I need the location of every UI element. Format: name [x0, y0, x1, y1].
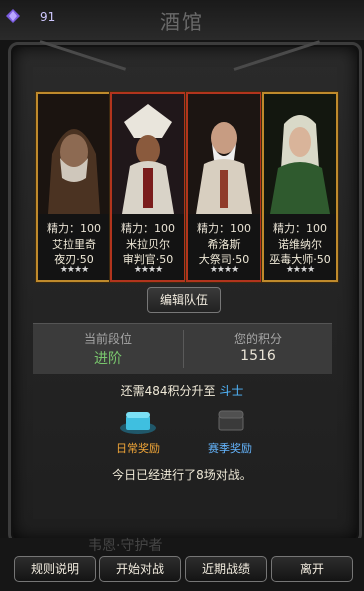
- recent-record-button[interactable]: 近期战绩: [185, 556, 267, 582]
- promotion-requirement: 还需484积分升至 斗士: [0, 382, 364, 399]
- score-value: 1516: [240, 348, 276, 364]
- edit-team-button[interactable]: 编辑队伍: [147, 287, 221, 313]
- start-battle-button[interactable]: 开始对战: [99, 556, 181, 582]
- rules-button[interactable]: 规则说明: [14, 556, 96, 582]
- hero-portrait-high-priest: [188, 94, 260, 214]
- score-label: 您的积分: [233, 332, 282, 346]
- hero-stars: ★★★★: [209, 265, 239, 275]
- leave-button[interactable]: 离开: [271, 556, 353, 582]
- hero-name: 诺维纳尔: [278, 238, 322, 251]
- next-rank: 斗士: [219, 384, 244, 398]
- daily-reward-chest-icon[interactable]: [120, 408, 156, 434]
- promotion-requirement-text: 还需484积分升至: [120, 384, 216, 398]
- hero-name: 希洛斯: [207, 238, 241, 251]
- hero-energy: 精力：100: [47, 222, 101, 235]
- hero-portrait-hooded-assassin: [38, 94, 110, 214]
- hero-card-1[interactable]: 精力：100 艾拉里奇 夜刃·50 ★★★★: [36, 92, 112, 282]
- hero-portrait-priestess: [112, 94, 184, 214]
- hero-name: 艾拉里奇: [52, 238, 96, 251]
- hero-card-3[interactable]: 精力：100 希洛斯 大祭司·50 ★★★★: [186, 92, 262, 282]
- hero-stars: ★★★★: [133, 265, 163, 275]
- background-hero-name: 韦恩·守护者: [88, 538, 163, 554]
- hero-card-4[interactable]: 精力：100 诺维纳尔 巫毒大师·50 ★★★★: [262, 92, 338, 282]
- hero-energy: 精力：100: [121, 222, 175, 235]
- hero-stars: ★★★★: [59, 265, 89, 275]
- hero-card-2[interactable]: 精力：100 米拉贝尔 审判官·50 ★★★★: [110, 92, 186, 282]
- hero-stars: ★★★★: [285, 265, 315, 275]
- current-rank-label: 当前段位: [83, 332, 132, 346]
- rank-panel: 当前段位 进阶 您的积分 1516: [33, 323, 332, 375]
- season-reward-label[interactable]: 赛季奖励: [190, 440, 270, 456]
- hero-name: 米拉贝尔: [126, 238, 170, 251]
- hero-portrait-elf-shaman: [264, 94, 336, 214]
- today-battles-text: 今日已经进行了8场对战。: [112, 468, 252, 482]
- top-bar: 91 酒馆: [0, 0, 364, 40]
- hero-energy: 精力：100: [273, 222, 327, 235]
- season-reward-chest-icon[interactable]: [213, 408, 249, 434]
- hero-energy: 精力：100: [197, 222, 251, 235]
- current-rank-value: 进阶: [94, 351, 122, 367]
- page-title: 酒馆: [160, 10, 204, 34]
- daily-reward-label[interactable]: 日常奖励: [98, 440, 178, 456]
